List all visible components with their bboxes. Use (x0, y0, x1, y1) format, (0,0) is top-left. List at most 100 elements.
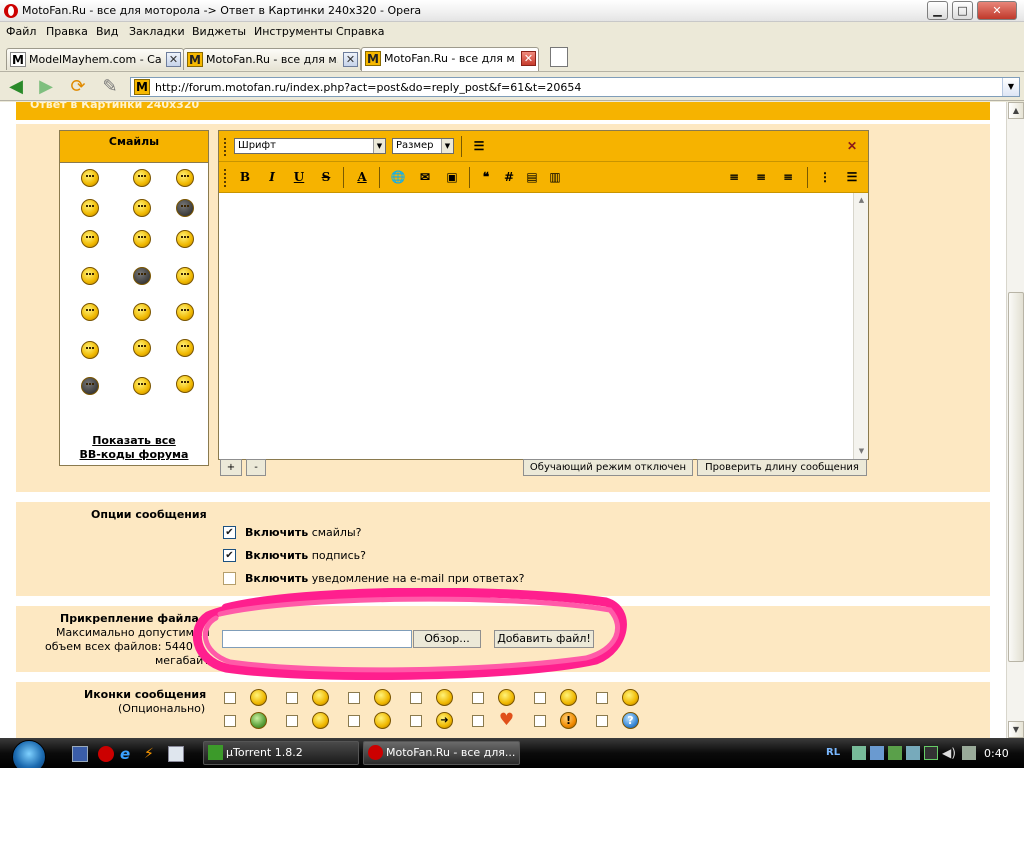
menu-widgets[interactable]: Виджеты (192, 25, 246, 38)
tray-network-icon[interactable] (870, 746, 884, 760)
scrollbar-thumb[interactable] (1008, 292, 1024, 662)
new-tab-icon[interactable] (550, 47, 568, 67)
tab-motofan-active[interactable]: M MotoFan.Ru - все для м... ✕ (361, 47, 539, 71)
tray-app-icon[interactable] (906, 746, 920, 760)
taskbar-utorrent[interactable]: µTorrent 1.8.2 (203, 741, 359, 765)
align-left-icon[interactable]: ≡ (725, 168, 743, 186)
window-icon[interactable] (168, 746, 184, 762)
bold-button[interactable]: B (236, 168, 254, 186)
show-all-line2[interactable]: BB-коды форума (60, 448, 208, 462)
check-length-button[interactable]: Проверить длину сообщения (697, 459, 867, 476)
scroll-down-icon[interactable]: ▼ (854, 444, 869, 459)
italic-button[interactable]: I (263, 168, 281, 186)
post-icon-radio[interactable] (596, 692, 608, 704)
quote-icon[interactable]: ❝ (477, 168, 495, 186)
smiley-icon[interactable] (133, 303, 151, 321)
size-select[interactable]: Размер ▼ (392, 138, 454, 154)
cheer-smiley-icon[interactable] (176, 375, 194, 393)
page-scrollbar[interactable]: ▲ ▼ (1006, 102, 1024, 738)
reload-icon[interactable]: ⟳ (68, 77, 88, 97)
smiley-icon[interactable] (81, 199, 99, 217)
bullet-list-icon[interactable]: ☰ (843, 168, 861, 186)
smiley-icon[interactable] (176, 169, 194, 187)
smiley-icon[interactable] (176, 339, 194, 357)
php-icon[interactable]: ▤ (523, 168, 541, 186)
align-center-icon[interactable]: ≡ (752, 168, 770, 186)
training-mode-button[interactable]: Обучающий режим отключен (523, 459, 693, 476)
post-icon-radio[interactable] (596, 715, 608, 727)
edit-icon[interactable]: ✎ (100, 77, 120, 97)
ordered-list-icon[interactable]: ⋮ (816, 168, 834, 186)
menu-help[interactable]: Справка (336, 25, 384, 38)
url-text[interactable]: http://forum.motofan.ru/index.php?act=po… (155, 81, 581, 94)
back-icon[interactable]: ◀ (6, 77, 26, 97)
language-indicator[interactable]: RL (826, 747, 840, 758)
post-icon-radio[interactable] (410, 692, 422, 704)
menu-bookmarks[interactable]: Закладки (129, 25, 185, 38)
cool-smiley-icon[interactable] (81, 230, 99, 248)
show-desktop-icon[interactable] (72, 746, 88, 762)
smiley-icon[interactable] (176, 230, 194, 248)
tab-close-icon[interactable]: ✕ (343, 52, 358, 67)
close-button[interactable]: ✕ (977, 1, 1017, 20)
ninja-smiley-icon[interactable] (176, 199, 194, 217)
post-icon-radio[interactable] (534, 692, 546, 704)
expand-button[interactable]: + (220, 459, 242, 476)
sunglasses-smiley-icon[interactable] (81, 377, 99, 395)
scroll-up-icon[interactable]: ▲ (854, 193, 869, 208)
show-all-line1[interactable]: Показать все (60, 434, 208, 448)
html-icon[interactable]: ▥ (546, 168, 564, 186)
menu-view[interactable]: Вид (96, 25, 118, 38)
indent-icon[interactable]: ☰ (470, 137, 488, 155)
maximize-button[interactable]: □ (952, 1, 973, 20)
address-field[interactable]: M http://forum.motofan.ru/index.php?act=… (130, 77, 1020, 97)
image-icon[interactable]: ▣ (443, 168, 461, 186)
post-icon-radio[interactable] (410, 715, 422, 727)
smiley-icon[interactable] (81, 267, 99, 285)
smiley-icon[interactable] (176, 267, 194, 285)
post-icon-radio[interactable] (224, 692, 236, 704)
email-icon[interactable]: ✉ (416, 168, 434, 186)
smiley-icon[interactable] (133, 169, 151, 187)
strike-button[interactable]: S (317, 168, 335, 186)
underline-button[interactable]: U (290, 168, 308, 186)
show-all-bbcodes-link[interactable]: Показать все BB-коды форума (60, 434, 208, 462)
tab-close-icon[interactable]: ✕ (166, 52, 181, 67)
post-icon-radio[interactable] (224, 715, 236, 727)
start-button[interactable] (12, 740, 46, 768)
grin-smiley-icon[interactable] (133, 377, 151, 395)
ie-icon[interactable]: e (120, 746, 136, 762)
smiley-icon[interactable] (81, 169, 99, 187)
taskbar-opera[interactable]: MotoFan.Ru - все для... (363, 741, 520, 765)
smiley-icon[interactable] (133, 339, 151, 357)
minimize-button[interactable]: ▁ (927, 1, 948, 20)
tab-motofan-1[interactable]: M MotoFan.Ru - все для м... ✕ (183, 48, 361, 70)
smiley-icon[interactable] (133, 199, 151, 217)
volume-icon[interactable]: ◀) (942, 746, 956, 760)
editor-scrollbar[interactable]: ▲ ▼ (853, 193, 868, 459)
close-toolbar-icon[interactable]: ✕ (843, 137, 861, 155)
signature-checkbox[interactable]: ✔ (223, 549, 236, 562)
tray-app-icon[interactable] (852, 746, 866, 760)
opera-icon[interactable] (98, 746, 114, 762)
tab-modelmayhem[interactable]: M ModelMayhem.com - Cas... ✕ (6, 48, 184, 70)
align-right-icon[interactable]: ≡ (779, 168, 797, 186)
post-icon-radio[interactable] (348, 692, 360, 704)
add-file-button[interactable]: Добавить файл! (494, 630, 594, 648)
post-icon-radio[interactable] (472, 715, 484, 727)
smiley-icon[interactable] (133, 267, 151, 285)
smiley-icon[interactable] (81, 303, 99, 321)
scroll-down-icon[interactable]: ▼ (1008, 721, 1024, 738)
font-select[interactable]: Шрифт ▼ (234, 138, 386, 154)
menu-edit[interactable]: Правка (46, 25, 88, 38)
shrink-button[interactable]: - (246, 459, 266, 476)
smiley-icon[interactable] (176, 303, 194, 321)
post-icon-radio[interactable] (348, 715, 360, 727)
email-notify-checkbox[interactable] (223, 572, 236, 585)
post-icon-radio[interactable] (286, 715, 298, 727)
browse-button[interactable]: Обзор... (413, 630, 481, 648)
file-path-input[interactable] (222, 630, 412, 648)
menu-file[interactable]: Файл (6, 25, 36, 38)
post-icon-radio[interactable] (286, 692, 298, 704)
tray-bug-icon[interactable] (924, 746, 938, 760)
